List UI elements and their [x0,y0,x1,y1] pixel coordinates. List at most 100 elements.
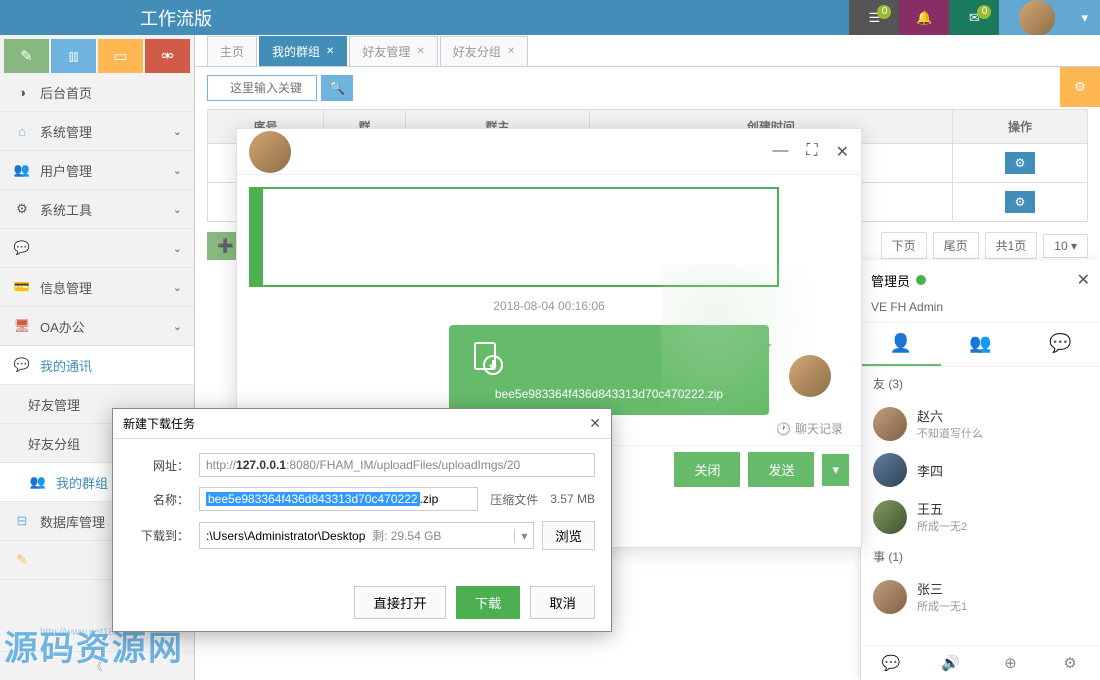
name-label: 名称： [129,491,189,508]
chat-send-button[interactable]: 发送 [748,452,814,487]
cancel-button[interactable]: 取消 [530,586,595,619]
browse-button[interactable]: 浏览 [542,521,595,550]
download-dialog: 新建下载任务 ✕ 网址： http://127.0.0.1:8080/FHAM_… [112,408,612,632]
download-button[interactable]: 下载 [456,586,521,619]
app-title: 工作流版 [0,5,212,31]
chat-close-button[interactable]: 关闭 [674,452,740,487]
tab-friend-groups[interactable]: 好友分组✕ [440,36,528,66]
maximize-icon[interactable]: ⛶ [806,142,817,162]
nav-home[interactable]: ◑后台首页 [0,73,194,112]
toolbar-stats-button[interactable]: ⫾⫾ [51,39,96,73]
chat-history-link[interactable]: 🕐聊天记录 [776,420,843,437]
settings-button[interactable]: ⚙ [1060,67,1100,107]
contacts-group-colleagues[interactable]: 事 (1) [861,540,1100,573]
footer-settings-icon[interactable]: ⚙ [1040,646,1100,680]
tab-home[interactable]: 主页 [207,36,257,66]
pencil-icon: ✎ [12,552,32,568]
contacts-panel: 管理员 ✕ VE FH Admin 👤 👥 💬 友 (3) 赵六不知道写什么 李… [860,260,1100,680]
url-label: 网址： [129,457,189,474]
close-icon[interactable]: ✕ [589,415,601,432]
dashboard-icon: ◑ [12,85,32,100]
avatar-icon [873,407,907,441]
contact-item[interactable]: 王五所成一无2 [861,493,1100,540]
nav-my-comm[interactable]: 💬我的通讯 [0,346,194,385]
card-icon: 💳 [12,279,32,295]
toolbar-share-button[interactable]: ⚮ [145,39,190,73]
people-icon: 👥 [969,333,991,353]
chat-send-dropdown[interactable]: ▾ [822,454,849,486]
dest-input[interactable]: :\Users\Administrator\Desktop 剩: 29.54 G… [199,522,534,549]
nav-system-tools[interactable]: ⚙系统工具⌄ [0,190,194,229]
row-settings-button[interactable]: ⚙ [1005,152,1036,174]
minimize-icon[interactable]: — [772,142,788,162]
open-directly-button[interactable]: 直接打开 [354,586,445,619]
header-user-menu[interactable]: ▾ [999,0,1100,35]
contacts-subtitle: VE FH Admin [861,300,1100,322]
dest-label: 下载到： [129,527,189,544]
person-icon: 👤 [890,333,912,353]
chat-input-box[interactable] [249,187,779,287]
contacts-tab-groups[interactable]: 👥 [941,323,1021,366]
search-input[interactable] [207,75,317,101]
tab-my-groups[interactable]: 我的群组✕ [259,36,347,66]
file-name: bee5e983364f436d843313d70c470222.zip [467,387,751,401]
pager-next[interactable]: 下页 [881,232,927,259]
footer-chat-icon[interactable]: 💬 [861,646,921,680]
header-tasks-button[interactable]: ☰0 [849,0,899,35]
contacts-tab-chat[interactable]: 💬 [1020,323,1100,366]
clock-icon: 🕐 [776,422,791,436]
nav-system-mgmt[interactable]: ⌂系统管理⌄ [0,112,194,151]
row-settings-button[interactable]: ⚙ [1005,191,1036,213]
gear-icon: ⚙ [1074,79,1086,95]
contacts-title: 管理员 [871,271,910,290]
contact-item[interactable]: 李四 [861,447,1100,493]
chevron-down-icon: ⌄ [173,281,182,294]
close-icon[interactable]: ✕ [416,46,424,57]
online-status-icon [916,275,926,285]
search-icon: 🔍 [329,80,346,95]
toolbar-edit-button[interactable]: ✎ [4,39,49,73]
nav-user-mgmt[interactable]: 👥用户管理⌄ [0,151,194,190]
file-download-icon [467,339,751,379]
contact-item[interactable]: 张三所成一无1 [861,573,1100,620]
search-button[interactable]: 🔍 [321,75,353,101]
footer-add-icon[interactable]: ⊕ [981,646,1041,680]
close-icon[interactable]: ✕ [326,46,334,57]
header-bell-button[interactable]: 🔔 [899,0,949,35]
pager-last[interactable]: 尾页 [933,232,979,259]
database-icon: ⊟ [12,513,32,529]
chevron-down-icon: ⌄ [173,203,182,216]
url-input[interactable]: http://127.0.0.1:8080/FHAM_IM/uploadFile… [199,453,595,477]
home-icon: ⌂ [12,124,32,139]
chevron-down-icon: ⌄ [173,164,182,177]
th-action: 操作 [952,110,1087,144]
chevron-down-icon: ⌄ [173,242,182,255]
avatar-icon [873,500,907,534]
dialog-title: 新建下载任务 [123,415,195,432]
users-icon: 👥 [12,162,32,178]
chevron-down-icon[interactable]: ▾ [514,529,527,543]
laptop-icon: 🖥 [12,318,32,334]
nav-chat[interactable]: 💬⌄ [0,229,194,268]
nav-oa[interactable]: 🖥OA办公⌄ [0,307,194,346]
close-icon[interactable]: ✕ [1077,270,1090,290]
contact-item[interactable]: 赵六不知道写什么 [861,400,1100,447]
close-icon[interactable]: ✕ [836,142,849,162]
sender-avatar-icon [789,355,831,397]
contacts-group-friends[interactable]: 友 (3) [861,367,1100,400]
pager-size[interactable]: 10 ▾ [1043,234,1088,258]
name-input[interactable]: bee5e983364f436d843313d70c470222.zip [199,487,478,511]
tab-friend-mgmt[interactable]: 好友管理✕ [349,36,437,66]
nav-info-mgmt[interactable]: 💳信息管理⌄ [0,268,194,307]
chevron-down-icon: ⌄ [173,320,182,333]
avatar-icon [873,453,907,487]
toolbar-folder-button[interactable]: ▭ [98,39,143,73]
chat-icon: 💬 [12,357,32,373]
gear-icon: ⚙ [12,201,32,217]
file-message[interactable]: bee5e983364f436d843313d70c470222.zip [449,325,769,415]
contacts-tab-friends[interactable]: 👤 [861,323,941,366]
header-mail-button[interactable]: ✉0 [949,0,999,35]
footer-sound-icon[interactable]: 🔊 [921,646,981,680]
close-icon[interactable]: ✕ [507,46,515,57]
chat-timestamp: 2018-08-04 00:16:06 [249,299,849,313]
